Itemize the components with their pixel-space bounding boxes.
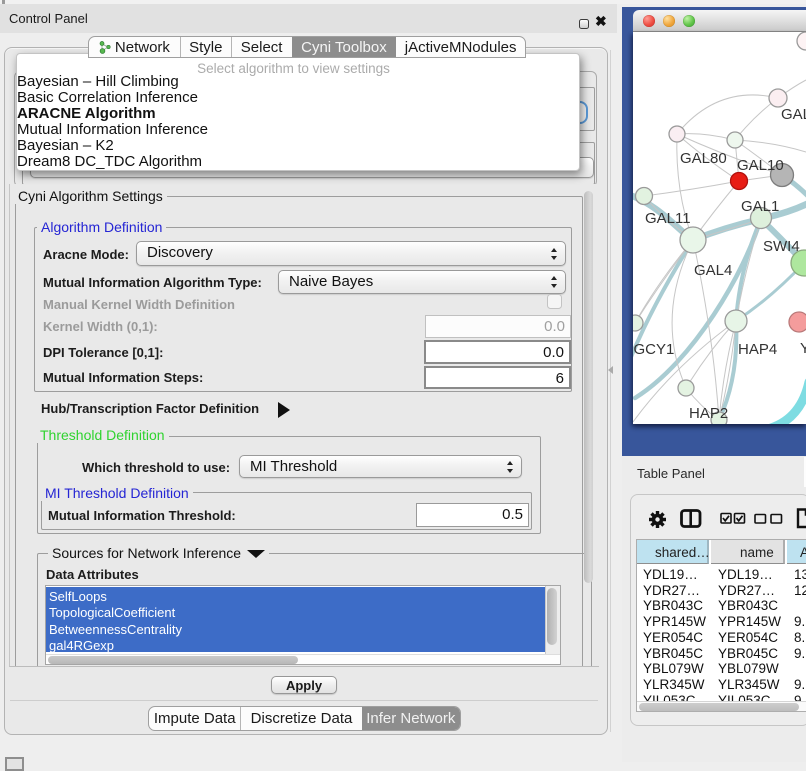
svg-text:GAL10: GAL10 — [737, 157, 784, 174]
svg-text:Y: Y — [800, 340, 806, 357]
svg-text:SWI4: SWI4 — [763, 238, 800, 255]
svg-text:HAP4: HAP4 — [738, 341, 777, 358]
svg-text:GAL1: GAL1 — [741, 198, 779, 215]
svg-text:GAL11: GAL11 — [645, 210, 691, 227]
svg-text:GCY1: GCY1 — [634, 341, 675, 358]
svg-text:GAL80: GAL80 — [680, 150, 727, 167]
svg-text:GAL4: GAL4 — [694, 262, 732, 279]
svg-text:GAL7: GAL7 — [781, 106, 806, 123]
svg-text:HAP2: HAP2 — [689, 405, 728, 422]
